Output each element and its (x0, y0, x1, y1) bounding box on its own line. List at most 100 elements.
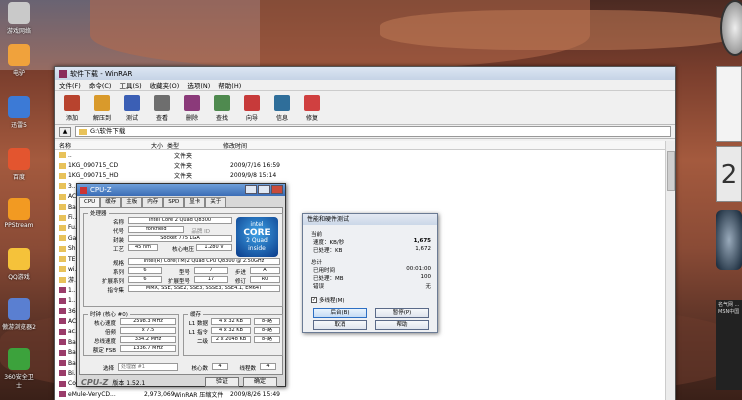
add-button[interactable]: 添加 (59, 95, 85, 122)
validate-button[interactable]: 验证 (205, 377, 239, 387)
model-value: 7 (194, 267, 228, 274)
table-row[interactable]: eMule-VeryCD... 2,973,069 WinRAR 压缩文件 2009/… (55, 389, 667, 399)
wizard-button[interactable]: 向导 (239, 95, 265, 122)
multithread-checkbox[interactable]: ✓ 多线程(M) (311, 296, 345, 304)
delete-button[interactable]: 删除 (179, 95, 205, 122)
menu-options[interactable]: 选项(N) (187, 80, 210, 90)
stepping-value: A (250, 267, 280, 274)
calendar-gadget[interactable] (716, 66, 742, 142)
l1-inst-label: L1 指令 (188, 330, 208, 336)
folder-icon (59, 224, 66, 231)
file-date: 2009/9/8 15:14 (230, 172, 277, 180)
winrar-app-icon (59, 69, 67, 78)
rated-fsb-label: 额定 FSB (92, 348, 116, 354)
menu-file[interactable]: 文件(F) (59, 80, 81, 90)
technology-label: 工艺 (112, 247, 124, 253)
column-name[interactable]: 名称 (55, 141, 137, 150)
tab-about[interactable]: 关于 (205, 197, 227, 207)
folder-icon (59, 214, 66, 221)
vertical-scrollbar[interactable] (665, 141, 675, 400)
table-row[interactable]: 1KG_090715_HD 文件夹 2009/9/8 15:14 (55, 171, 667, 181)
errors-label: 错误 (313, 284, 325, 290)
menu-tools[interactable]: 工具(S) (119, 80, 141, 90)
core-voltage-label: 核心电压 (171, 247, 194, 253)
tab-spd[interactable]: SPD (163, 197, 185, 207)
threads-label: 线程数 (239, 366, 256, 372)
maxthon-icon (8, 298, 30, 320)
tab-memory[interactable]: 内存 (142, 197, 164, 207)
archive-icon (59, 328, 66, 335)
path-field[interactable]: G:\软件下载 (75, 126, 671, 137)
folder-icon (59, 245, 66, 252)
test-button[interactable]: 测试 (119, 95, 145, 122)
ok-button[interactable]: 确定 (243, 377, 277, 387)
close-button[interactable] (271, 185, 283, 194)
maximize-button[interactable] (258, 185, 270, 194)
menu-help[interactable]: 帮助(H) (218, 80, 241, 90)
cpuz-title: CPU-Z (90, 186, 112, 194)
minimize-button[interactable] (245, 185, 257, 194)
file-name: .. (68, 151, 72, 159)
checkbox-box[interactable]: ✓ (311, 297, 317, 303)
pause-button[interactable]: 暂停(P) (375, 308, 429, 318)
find-button[interactable]: 查找 (209, 95, 235, 122)
table-row[interactable]: .. 文件夹 (55, 150, 667, 160)
winrar-title-bar[interactable]: 软件下载 - WinRAR (55, 67, 675, 80)
desktop-icon[interactable]: 傲游浏览器2 (2, 298, 36, 331)
package-label: 封装 (112, 238, 124, 244)
desktop-icon[interactable]: QQ游戏 (2, 248, 36, 281)
processor-select[interactable]: 处理器 #1 (118, 363, 178, 371)
info-button[interactable]: 信息 (269, 95, 295, 122)
clock-gadget[interactable] (720, 0, 742, 56)
date-gadget[interactable]: 2 (716, 146, 742, 202)
cpu-meter-gadget[interactable] (716, 210, 742, 270)
processed-row: 已处理：KB 1,672 (313, 246, 431, 254)
tab-mainboard[interactable]: 主板 (121, 197, 143, 207)
add-archive-icon (64, 95, 80, 111)
view-button[interactable]: 查看 (149, 95, 175, 122)
news-gadget[interactable]: 名气网 ... MSN中国 (716, 300, 742, 390)
up-folder-button[interactable]: ▲ (59, 126, 71, 137)
multithread-label: 多线程(M) (319, 298, 345, 304)
cores-value: 4 (212, 363, 228, 370)
instructions-value: MMX, SSE, SSE2, SSE3, SSSE3, SSE4.1, EM6… (128, 285, 280, 292)
cancel-button[interactable]: 取消 (313, 320, 367, 330)
folder-icon (59, 162, 66, 169)
menu-bar: 文件(F) 命令(C) 工具(S) 收藏夹(O) 选项(N) 帮助(H) (55, 80, 675, 91)
column-type[interactable]: 类型 (167, 141, 223, 150)
benchmark-title[interactable]: 性能和硬件测试 (303, 214, 437, 225)
wizard-icon (244, 95, 260, 111)
column-date[interactable]: 修改时间 (223, 141, 303, 150)
elapsed-label: 已用时间 (313, 268, 336, 274)
desktop-icon[interactable]: PPStream (2, 198, 36, 229)
processed-value: 1,672 (415, 246, 431, 252)
ext-model-label: 扩展型号 (167, 279, 190, 285)
desktop-icon[interactable]: 迅雷5 (2, 96, 36, 129)
table-row[interactable]: 1KG_090715_CD 文件夹 2009/7/16 16:59 (55, 160, 667, 170)
menu-favorites[interactable]: 收藏夹(O) (150, 80, 180, 90)
code-label: 代号 (112, 229, 124, 235)
tab-cache[interactable]: 缓存 (100, 197, 122, 207)
repair-button[interactable]: 修复 (299, 95, 325, 122)
cpuz-footer: CPU-Z 版本 1.52.1 验证 确定 (77, 375, 285, 389)
tab-cpu[interactable]: CPU (79, 197, 101, 207)
tab-graphics[interactable]: 显卡 (184, 197, 206, 207)
extract-icon (94, 95, 110, 111)
360-safe-icon (8, 348, 30, 370)
stepping-label: 步进 (234, 270, 246, 276)
desktop-icon[interactable]: 电驴 (2, 44, 36, 77)
desktop-icon[interactable]: 游戏网络 (2, 2, 36, 35)
column-size[interactable]: 大小 (137, 141, 167, 150)
desktop-icon[interactable]: 百度 (2, 148, 36, 181)
scroll-thumb[interactable] (667, 151, 675, 191)
total-processed-label: 已处理：MB (313, 276, 344, 282)
extract-to-button[interactable]: 解压到 (89, 95, 115, 122)
menu-commands[interactable]: 命令(C) (89, 80, 112, 90)
archive-icon (59, 297, 66, 304)
desktop-icon[interactable]: 360安全卫士 (2, 348, 36, 390)
cpuz-title-bar[interactable]: CPU-Z (77, 184, 285, 196)
total-processed-row: 已处理：MB 100 (313, 274, 431, 282)
emule-icon (8, 44, 30, 66)
background-button[interactable]: 后台(B) (313, 308, 367, 318)
help-button[interactable]: 帮助 (375, 320, 429, 330)
